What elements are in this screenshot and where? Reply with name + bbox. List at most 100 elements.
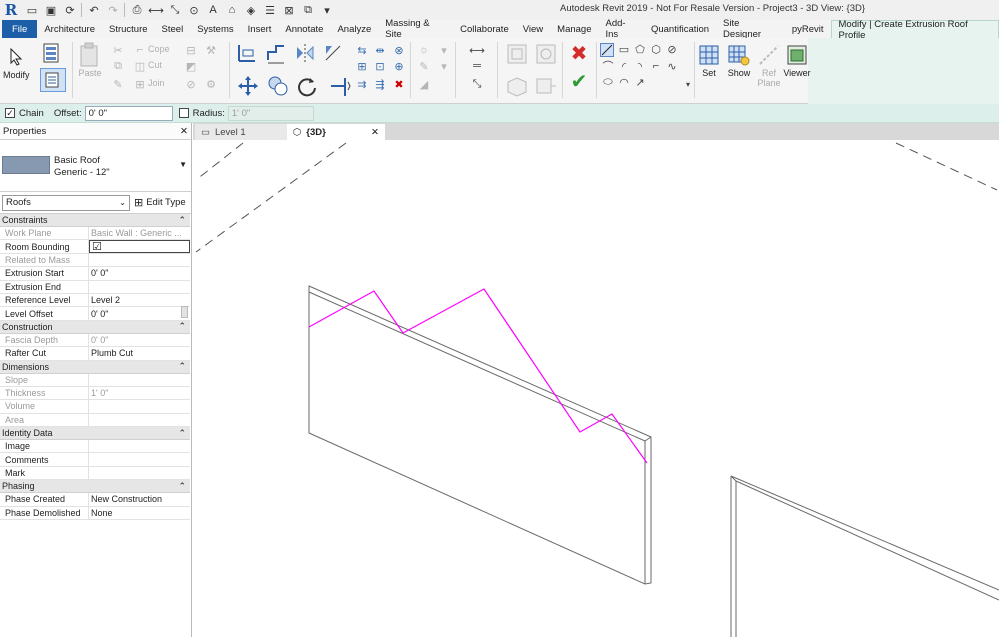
dimension-tool-icon[interactable]: ═ bbox=[462, 60, 492, 72]
create-parts-icon[interactable] bbox=[534, 42, 558, 66]
dimension-icon[interactable]: ⤡ bbox=[168, 3, 182, 17]
copy-icon[interactable]: ⧉ bbox=[112, 60, 124, 72]
start-end-arc-icon[interactable]: ⌒ bbox=[602, 60, 614, 73]
view-tab-level-1[interactable]: ▭ Level 1 bbox=[195, 124, 287, 140]
scale-icon[interactable]: ⊡ bbox=[374, 60, 386, 73]
property-value[interactable] bbox=[89, 440, 190, 452]
inscribed-polygon-icon[interactable]: ⬠ bbox=[634, 43, 646, 56]
tab-analyze[interactable]: Analyze bbox=[330, 20, 378, 38]
print-icon[interactable]: ⎙ bbox=[130, 3, 144, 17]
3d-view-canvas[interactable] bbox=[193, 140, 999, 637]
wrench-icon[interactable]: ⚙ bbox=[205, 78, 217, 91]
eraser-icon[interactable]: ◢ bbox=[418, 78, 430, 91]
tab-view[interactable]: View bbox=[516, 20, 550, 38]
properties-icon[interactable] bbox=[40, 42, 64, 64]
finish-edit-icon[interactable]: ✔ bbox=[568, 70, 590, 93]
property-value[interactable]: Plumb Cut bbox=[89, 347, 190, 359]
collapse-icon[interactable]: ⌃ bbox=[178, 215, 186, 226]
line-icon[interactable] bbox=[600, 43, 614, 57]
copy-element-icon[interactable] bbox=[266, 74, 290, 98]
rectangle-icon[interactable]: ▭ bbox=[618, 43, 630, 56]
text-icon[interactable]: A bbox=[206, 3, 220, 17]
split-face-icon[interactable]: ⊘ bbox=[185, 78, 197, 91]
circumscribed-polygon-icon[interactable]: ⬡ bbox=[650, 43, 662, 56]
pencil-icon[interactable]: ✎ bbox=[418, 60, 430, 73]
create-similar-icon[interactable] bbox=[534, 74, 558, 98]
tab-quantification[interactable]: Quantification bbox=[644, 20, 716, 38]
tab-pyrevit[interactable]: pyRevit bbox=[785, 20, 831, 38]
property-section-header[interactable]: Identity Data ⌃ bbox=[0, 427, 190, 441]
paint-icon[interactable]: ◩ bbox=[185, 60, 197, 73]
pick-lines-icon[interactable]: ↗ bbox=[634, 76, 646, 89]
tab-steel[interactable]: Steel bbox=[155, 20, 191, 38]
ellipse-icon[interactable]: ⬭ bbox=[602, 76, 614, 88]
create-group-icon[interactable] bbox=[505, 74, 529, 98]
tab-architecture[interactable]: Architecture bbox=[37, 20, 102, 38]
tab-manage[interactable]: Manage bbox=[550, 20, 598, 38]
tangent-arc-icon[interactable]: ◝ bbox=[634, 60, 646, 73]
collapse-icon[interactable]: ⌃ bbox=[178, 481, 186, 492]
split-gap-icon[interactable]: ⇹ bbox=[374, 44, 386, 57]
undo-icon[interactable]: ↶ bbox=[87, 3, 101, 17]
center-end-arc-icon[interactable]: ◜ bbox=[618, 60, 630, 73]
type-properties-icon[interactable] bbox=[40, 68, 66, 92]
cope-label[interactable]: Cope bbox=[148, 44, 170, 54]
edit-type-button[interactable]: ⊞ Edit Type bbox=[134, 196, 186, 209]
type-selector[interactable]: Basic Roof Generic - 12" ▼ bbox=[0, 140, 191, 192]
trim-extend-icon[interactable] bbox=[328, 74, 352, 98]
roof-profile-sketch[interactable] bbox=[308, 288, 648, 464]
unpin-icon[interactable]: ⊗ bbox=[393, 44, 405, 57]
3d-view-icon[interactable]: ⌂ bbox=[225, 3, 239, 17]
section-icon[interactable]: ◈ bbox=[244, 3, 258, 17]
property-value[interactable]: 0' 0" bbox=[89, 267, 190, 279]
circle-icon[interactable]: ⊘ bbox=[666, 43, 678, 56]
chevron-down-icon[interactable]: ▼ bbox=[179, 160, 187, 169]
offset-field[interactable]: 0' 0" bbox=[84, 105, 173, 121]
revit-logo[interactable]: R bbox=[2, 1, 20, 19]
match-icon[interactable]: ✎ bbox=[112, 78, 124, 91]
property-value[interactable] bbox=[89, 281, 190, 293]
property-value[interactable]: New Construction bbox=[89, 493, 190, 505]
measure-tool-icon[interactable]: ⟷ bbox=[462, 44, 492, 57]
close-icon[interactable]: ✕ bbox=[180, 126, 188, 137]
radius-checkbox[interactable] bbox=[178, 108, 189, 118]
split-icon[interactable]: ⇆ bbox=[356, 44, 368, 57]
demolish-icon[interactable]: ⚒ bbox=[205, 44, 217, 57]
property-value[interactable]: ☑ bbox=[89, 240, 190, 253]
view-tab-3d[interactable]: ⬡ {3D} ✕ bbox=[287, 124, 385, 140]
property-value[interactable]: Level 2 bbox=[89, 294, 190, 306]
tab-file[interactable]: File bbox=[2, 20, 38, 38]
pin-icon[interactable]: ⊕ bbox=[393, 60, 405, 73]
fillet-arc-icon[interactable]: ⌐ bbox=[650, 60, 662, 72]
offset-icon[interactable] bbox=[265, 42, 287, 64]
radius-field[interactable]: 1' 0" bbox=[227, 105, 314, 121]
sync-icon[interactable]: ⟳ bbox=[63, 3, 77, 17]
tab-insert[interactable]: Insert bbox=[241, 20, 279, 38]
wall-join-icon[interactable]: ⊟ bbox=[185, 44, 197, 57]
property-value[interactable]: None bbox=[89, 507, 190, 519]
properties-scrollbar[interactable] bbox=[181, 306, 188, 318]
modify-button[interactable]: Modify bbox=[3, 44, 30, 80]
trim-single-icon[interactable]: ⇶ bbox=[374, 78, 386, 91]
hide-icon[interactable]: ▾ bbox=[438, 44, 450, 57]
collapse-icon[interactable]: ⌃ bbox=[178, 321, 186, 332]
measure-icon[interactable]: ⟷ bbox=[148, 3, 164, 17]
override-icon[interactable]: ▾ bbox=[438, 60, 450, 73]
spline-icon[interactable]: ∿ bbox=[666, 60, 678, 73]
set-workplane-button[interactable]: Set bbox=[696, 42, 722, 78]
collapse-icon[interactable]: ⌃ bbox=[178, 361, 186, 372]
save-icon[interactable]: ▣ bbox=[44, 3, 58, 17]
switch-windows-icon[interactable]: ⧉ bbox=[301, 3, 315, 17]
tab-add-ins[interactable]: Add-Ins bbox=[599, 18, 644, 40]
mirror-draw-icon[interactable] bbox=[322, 42, 344, 64]
tab-site-designer[interactable]: Site Designer bbox=[716, 18, 785, 40]
tab-collaborate[interactable]: Collaborate bbox=[453, 20, 516, 38]
cut-icon[interactable]: ✂ bbox=[112, 44, 124, 57]
cope-icon[interactable]: ⌐ bbox=[134, 44, 146, 56]
tab-structure[interactable]: Structure bbox=[102, 20, 155, 38]
customize-qat-icon[interactable]: ▾ bbox=[320, 3, 334, 17]
property-value[interactable] bbox=[89, 453, 190, 465]
close-icon[interactable]: ✕ bbox=[371, 127, 379, 138]
tab-massing-site[interactable]: Massing & Site bbox=[378, 18, 453, 40]
join-label[interactable]: Join bbox=[148, 78, 165, 88]
